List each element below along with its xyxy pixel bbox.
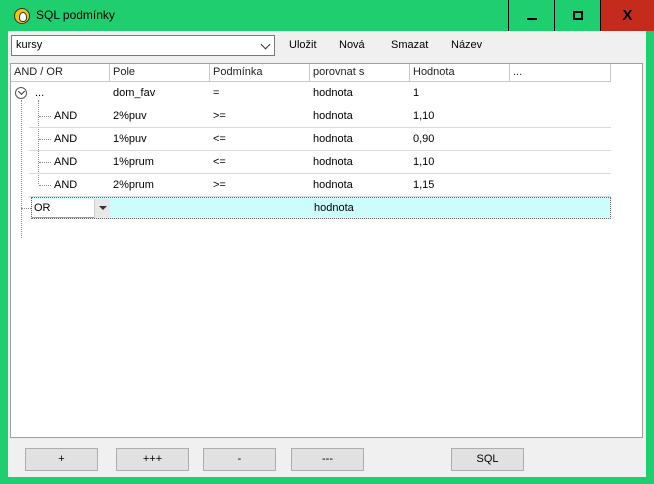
- column-header-value[interactable]: Hodnota: [410, 64, 510, 82]
- cell-value: 0,90: [413, 133, 435, 145]
- add-condition-button[interactable]: +: [25, 448, 98, 471]
- andor-select[interactable]: OR: [32, 199, 110, 218]
- cell-compare: hodnota: [314, 202, 354, 214]
- rename-button[interactable]: Název: [451, 39, 482, 51]
- cell-condition: >=: [213, 110, 226, 122]
- cell-condition: >=: [213, 179, 226, 191]
- column-header-condition[interactable]: Podmínka: [210, 64, 310, 82]
- save-button[interactable]: Uložit: [289, 39, 317, 51]
- cell-compare: hodnota: [313, 156, 353, 168]
- cell-andor: AND: [54, 179, 78, 191]
- maximize-button[interactable]: [554, 0, 600, 31]
- column-header-andor[interactable]: AND / OR: [11, 64, 110, 82]
- close-button[interactable]: X: [600, 0, 654, 31]
- cell-field: 1%prum: [113, 156, 154, 168]
- new-button[interactable]: Nová: [339, 39, 365, 51]
- table-row[interactable]: AND 2%prum >= hodnota 1,15: [11, 174, 611, 197]
- tree-line: [21, 208, 31, 209]
- add-group-button[interactable]: +++: [116, 448, 189, 471]
- cell-andor: AND: [54, 133, 78, 145]
- cell-andor: AND: [54, 156, 78, 168]
- sql-button[interactable]: SQL: [451, 448, 524, 471]
- table-row[interactable]: AND 2%puv >= hodnota 1,10: [11, 105, 611, 128]
- cell-andor: ...: [35, 87, 45, 99]
- cell-value: 1: [413, 87, 420, 99]
- tree-line: [39, 185, 51, 186]
- column-header-field[interactable]: Pole: [110, 64, 210, 82]
- column-header-compare[interactable]: porovnat s: [310, 64, 410, 82]
- tree-line: [39, 139, 51, 140]
- app-window: SQL podmínky X kursy Uložit Nová Smazat …: [0, 0, 654, 484]
- table-row[interactable]: AND 1%prum <= hodnota 1,10: [11, 151, 611, 174]
- app-logo-icon: [14, 8, 30, 24]
- cell-field: dom_fav: [113, 87, 156, 99]
- cell-compare: hodnota: [313, 110, 353, 122]
- grid-header: AND / OR Pole Podmínka porovnat s Hodnot…: [11, 64, 611, 82]
- cell-condition: <=: [213, 156, 226, 168]
- andor-select-value: OR: [34, 202, 51, 214]
- cell-compare: hodnota: [313, 179, 353, 191]
- minimize-icon: [526, 17, 537, 20]
- table-row[interactable]: ... dom_fav = hodnota 1: [11, 82, 611, 105]
- close-icon: X: [622, 7, 633, 24]
- table-select-value: kursy: [16, 39, 43, 51]
- maximize-icon: [572, 11, 583, 20]
- cell-field: 1%puv: [113, 133, 147, 145]
- column-header-more[interactable]: ...: [510, 64, 611, 82]
- cell-condition: <=: [213, 133, 226, 145]
- cell-condition: =: [213, 87, 220, 99]
- delete-button[interactable]: Smazat: [391, 39, 428, 51]
- cell-field: 2%prum: [113, 179, 154, 191]
- cell-value: 1,15: [413, 179, 435, 191]
- remove-group-button[interactable]: ---: [291, 448, 364, 471]
- cell-andor: AND: [54, 110, 78, 122]
- client-area: kursy Uložit Nová Smazat Název AND / OR …: [8, 31, 646, 477]
- cell-value: 1,10: [413, 156, 435, 168]
- cell-compare: hodnota: [313, 87, 353, 99]
- conditions-grid[interactable]: AND / OR Pole Podmínka porovnat s Hodnot…: [10, 63, 643, 438]
- cell-compare: hodnota: [313, 133, 353, 145]
- window-title: SQL podmínky: [36, 8, 115, 22]
- minimize-button[interactable]: [508, 0, 554, 31]
- cell-value: 1,10: [413, 110, 435, 122]
- title-bar[interactable]: SQL podmínky X: [0, 0, 654, 31]
- table-row[interactable]: AND 1%puv <= hodnota 0,90: [11, 128, 611, 151]
- cell-field: 2%puv: [113, 110, 147, 122]
- tree-line: [39, 116, 51, 117]
- chevron-down-icon: [262, 41, 271, 50]
- table-select[interactable]: kursy: [11, 35, 275, 56]
- edit-row[interactable]: OR hodnota: [31, 197, 611, 219]
- tree-line: [39, 162, 51, 163]
- dropdown-arrow-icon[interactable]: [94, 199, 110, 218]
- collapse-icon[interactable]: [15, 87, 27, 99]
- remove-condition-button[interactable]: -: [203, 448, 276, 471]
